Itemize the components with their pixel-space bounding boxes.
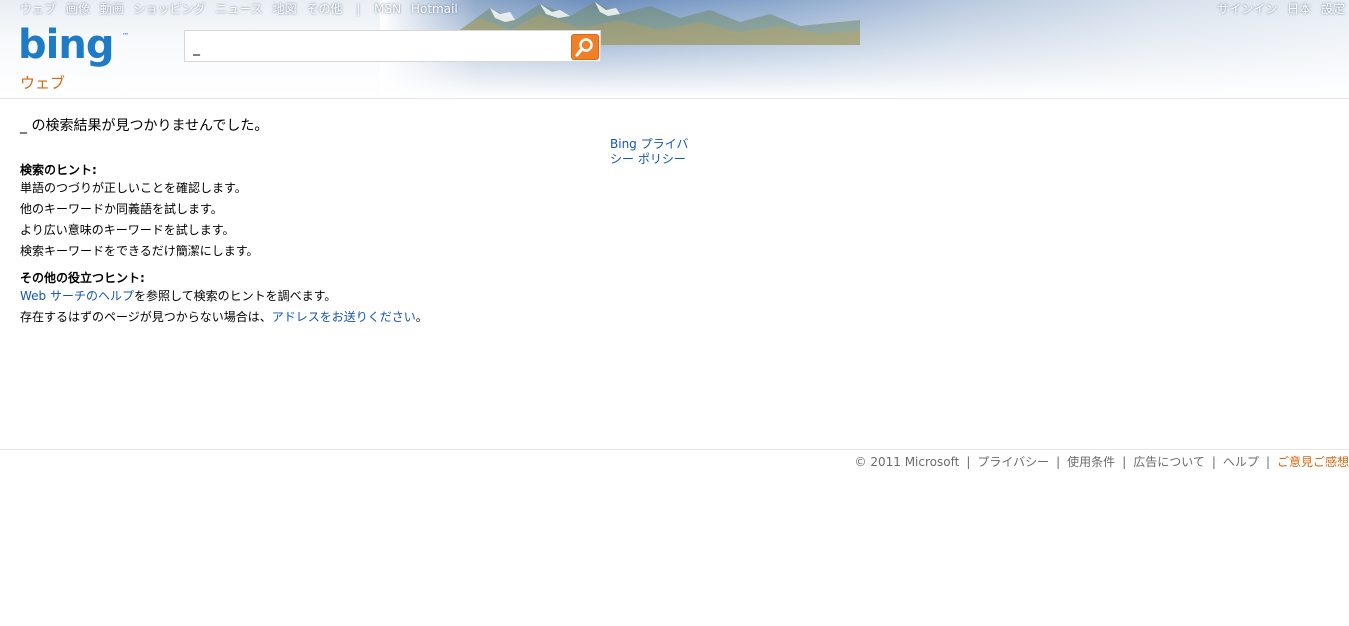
tip-item: 単語のつづりが正しいことを確認します。 (20, 181, 247, 195)
footer-separator: | (966, 455, 971, 469)
help-line: Web サーチのヘルプを参照して検索のヒントを調べます。 (20, 286, 580, 307)
no-results-message: _ の検索結果が見つかりませんでした。 (20, 118, 269, 134)
privacy-policy-link[interactable]: Bing プライバシー ポリシー (610, 137, 690, 167)
region-link[interactable]: 日本 (1287, 2, 1311, 16)
svg-text:bing: bing (18, 24, 113, 68)
tip-item: より広い意味のキーワードを試します。 (20, 223, 235, 237)
top-nav: ウェブ 画像 動画 ショッピング ニュース 地図 その他 | MSN Hotma… (20, 0, 464, 18)
search-icon (575, 38, 593, 57)
missing-page-period: 。 (415, 310, 428, 324)
settings-link[interactable]: 設定 (1321, 2, 1345, 16)
tip-item: 他のキーワードか同義語を試します。 (20, 202, 223, 216)
nav-news[interactable]: ニュース (215, 2, 262, 16)
footer-terms-link[interactable]: 使用条件 (1067, 455, 1115, 469)
top-bar: ウェブ 画像 動画 ショッピング ニュース 地図 その他 | MSN Hotma… (0, 0, 1349, 18)
nav-more[interactable]: その他 (306, 2, 342, 16)
scope-label: ウェブ (20, 74, 66, 92)
copyright: © 2011 Microsoft (854, 455, 960, 469)
footer: © 2011 Microsoft | プライバシー | 使用条件 | 広告について | ヘルプ |… (855, 454, 1349, 470)
nav-maps[interactable]: 地図 (273, 2, 297, 16)
footer-separator: | (1211, 455, 1216, 469)
nav-separator: | (356, 2, 361, 16)
results-area: _ の検索結果が見つかりませんでした。 検索のヒント: 単語のつづりが正しいこと… (20, 116, 580, 328)
top-right-nav: サインイン 日本 設定 (1211, 0, 1345, 18)
footer-privacy-link[interactable]: プライバシー (977, 455, 1049, 469)
search-box (184, 30, 601, 62)
nav-videos[interactable]: 動画 (100, 2, 124, 16)
footer-divider (0, 449, 1349, 450)
nav-shopping[interactable]: ショッピング (134, 2, 206, 16)
missing-page-text: 存在するはずのページが見つからない場合は、 (20, 310, 272, 324)
web-search-help-link[interactable]: Web サーチのヘルプ (20, 289, 134, 303)
submit-address-link[interactable]: アドレスをお送りください (272, 310, 416, 324)
search-button[interactable] (571, 34, 599, 60)
missing-page-line: 存在するはずのページが見つからない場合は、アドレスをお送りください。 (20, 307, 580, 328)
nav-msn[interactable]: MSN (374, 2, 401, 16)
nav-hotmail[interactable]: Hotmail (411, 2, 458, 16)
footer-separator: | (1265, 455, 1270, 469)
tips-heading: 検索のヒント: (20, 163, 97, 177)
footer-help-link[interactable]: ヘルプ (1223, 455, 1259, 469)
bing-logo[interactable]: bing ™ (18, 24, 133, 70)
footer-ads-link[interactable]: 広告について (1133, 455, 1205, 469)
other-tips-heading: その他の役立つヒント: (20, 271, 145, 285)
nav-web[interactable]: ウェブ (20, 2, 56, 16)
footer-separator: | (1122, 455, 1127, 469)
svg-text:™: ™ (122, 32, 129, 40)
footer-feedback-link[interactable]: ご意見ご感想 (1277, 455, 1349, 469)
tip-item: 検索キーワードをできるだけ簡潔にします。 (20, 244, 259, 258)
search-input[interactable] (191, 35, 565, 61)
help-line-text: を参照して検索のヒントを調べます。 (133, 289, 337, 303)
footer-separator: | (1056, 455, 1061, 469)
header: ウェブ 画像 動画 ショッピング ニュース 地図 その他 | MSN Hotma… (0, 0, 1349, 99)
nav-images[interactable]: 画像 (66, 2, 90, 16)
signin-link[interactable]: サインイン (1217, 2, 1277, 16)
